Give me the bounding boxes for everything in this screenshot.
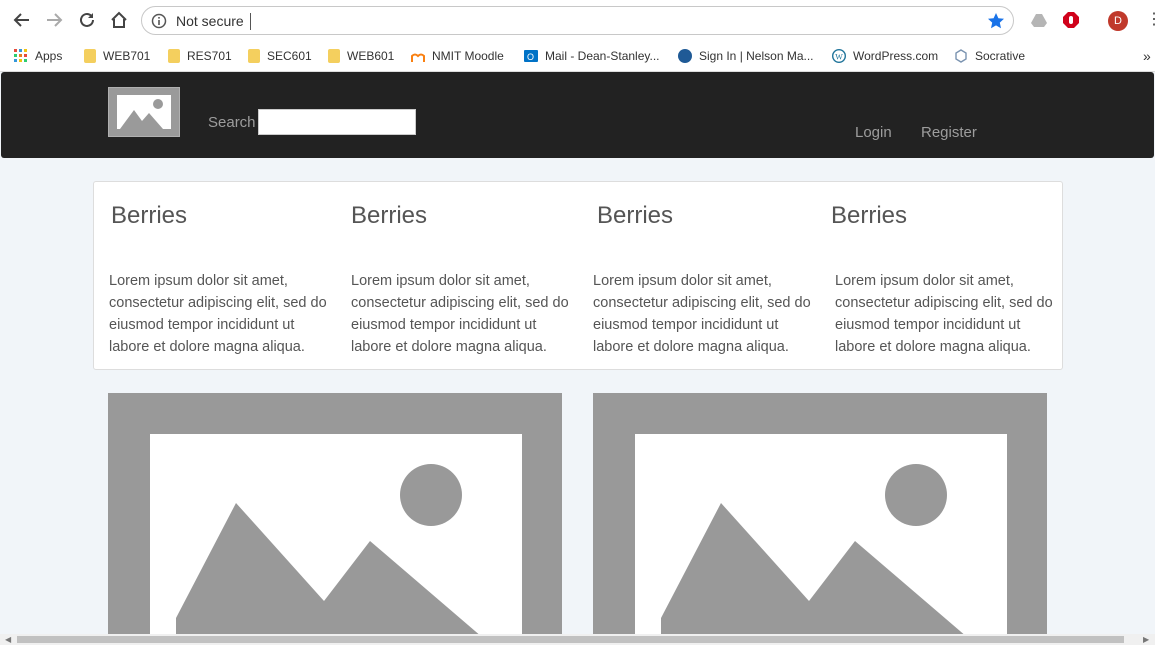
folder-icon (328, 49, 340, 63)
features-panel: Berries Lorem ipsum dolor sit amet, cons… (93, 181, 1063, 370)
otm-icon (678, 49, 692, 63)
image-placeholder-icon (593, 393, 1047, 645)
bookmark-label: RES701 (187, 49, 232, 63)
drive-extension-icon[interactable] (1030, 11, 1048, 34)
bookmark-apps[interactable]: Apps (14, 47, 62, 65)
bookmark-label: Mail - Dean-Stanley... (545, 49, 660, 63)
login-link[interactable]: Login (855, 124, 892, 141)
bookmark-star-icon[interactable] (987, 12, 1005, 35)
bookmark-label: WEB701 (103, 49, 151, 63)
scroll-right-arrow-icon[interactable]: ▶ (1143, 635, 1149, 644)
horizontal-scrollbar[interactable]: ◀ ▶ (0, 634, 1155, 645)
bookmark-mail[interactable]: O Mail - Dean-Stanley... (524, 47, 660, 65)
bookmark-label: WordPress.com (853, 49, 939, 63)
bookmark-wordpress[interactable]: W WordPress.com (832, 47, 938, 65)
bookmark-web601[interactable]: WEB601 (328, 47, 394, 65)
menu-kebab-icon[interactable]: ⋮ (1146, 12, 1155, 28)
bookmark-res701[interactable]: RES701 (168, 47, 232, 65)
home-icon (111, 11, 127, 28)
wordpress-icon: W (832, 49, 846, 63)
bookmark-label: Apps (35, 49, 63, 63)
profile-avatar[interactable]: D (1108, 11, 1128, 31)
feature-title: Berries (597, 202, 674, 229)
bookmark-label: NMIT Moodle (432, 49, 504, 63)
bookmarks-overflow-chevron-icon[interactable]: » (1143, 47, 1151, 65)
apps-grid-icon (14, 49, 27, 62)
moodle-icon (411, 53, 425, 62)
register-link[interactable]: Register (921, 124, 977, 141)
browser-toolbar: Not secure D ⋮ (0, 0, 1155, 42)
folder-icon (168, 49, 180, 63)
bookmark-label: Sign In | Nelson Ma... (699, 49, 814, 63)
back-button[interactable] (12, 10, 32, 30)
scrollbar-thumb[interactable] (17, 636, 1124, 643)
svg-text:O: O (527, 52, 534, 62)
security-label: Not secure (176, 13, 244, 29)
bookmark-web701[interactable]: WEB701 (84, 47, 150, 65)
home-button[interactable] (109, 10, 129, 30)
bookmark-label: Socrative (975, 49, 1026, 63)
info-icon[interactable] (151, 13, 167, 34)
back-arrow-icon (13, 13, 29, 27)
feature-text: Lorem ipsum dolor sit amet, consectetur … (351, 273, 569, 355)
text-caret (250, 13, 251, 30)
bookmark-sign-in[interactable]: Sign In | Nelson Ma... (678, 47, 814, 65)
feature-title: Berries (111, 202, 188, 229)
address-bar[interactable]: Not secure (141, 6, 1014, 35)
outlook-icon: O (524, 50, 538, 62)
folder-icon (248, 49, 260, 63)
search-input[interactable] (258, 109, 416, 135)
svg-text:W: W (835, 53, 843, 62)
feature-text: Lorem ipsum dolor sit amet, consectetur … (593, 273, 811, 355)
bookmark-socrative[interactable]: Socrative (954, 47, 1025, 65)
bookmark-label: SEC601 (267, 49, 312, 63)
feature-title: Berries (351, 202, 428, 229)
adblock-extension-icon[interactable] (1062, 11, 1080, 34)
bookmarks-bar: Apps WEB701 RES701 SEC601 WEB601 NMIT Mo… (0, 42, 1155, 72)
site-logo-image-icon[interactable] (108, 87, 180, 137)
scroll-left-arrow-icon[interactable]: ◀ (5, 635, 11, 644)
socrative-icon (955, 49, 967, 63)
reload-icon (80, 12, 94, 27)
forward-button[interactable] (44, 10, 64, 30)
feature-text: Lorem ipsum dolor sit amet, consectetur … (835, 273, 1053, 355)
site-navbar: Search Login Register (1, 72, 1154, 158)
image-placeholder-icon (108, 393, 562, 645)
search-label: Search (208, 114, 256, 131)
forward-arrow-icon (47, 13, 63, 27)
folder-icon (84, 49, 96, 63)
feature-text: Lorem ipsum dolor sit amet, consectetur … (109, 273, 327, 355)
bookmark-label: WEB601 (347, 49, 395, 63)
reload-button[interactable] (77, 10, 97, 30)
bookmark-sec601[interactable]: SEC601 (248, 47, 312, 65)
feature-title: Berries (831, 202, 908, 229)
bookmark-nmit-moodle[interactable]: NMIT Moodle (411, 47, 504, 65)
